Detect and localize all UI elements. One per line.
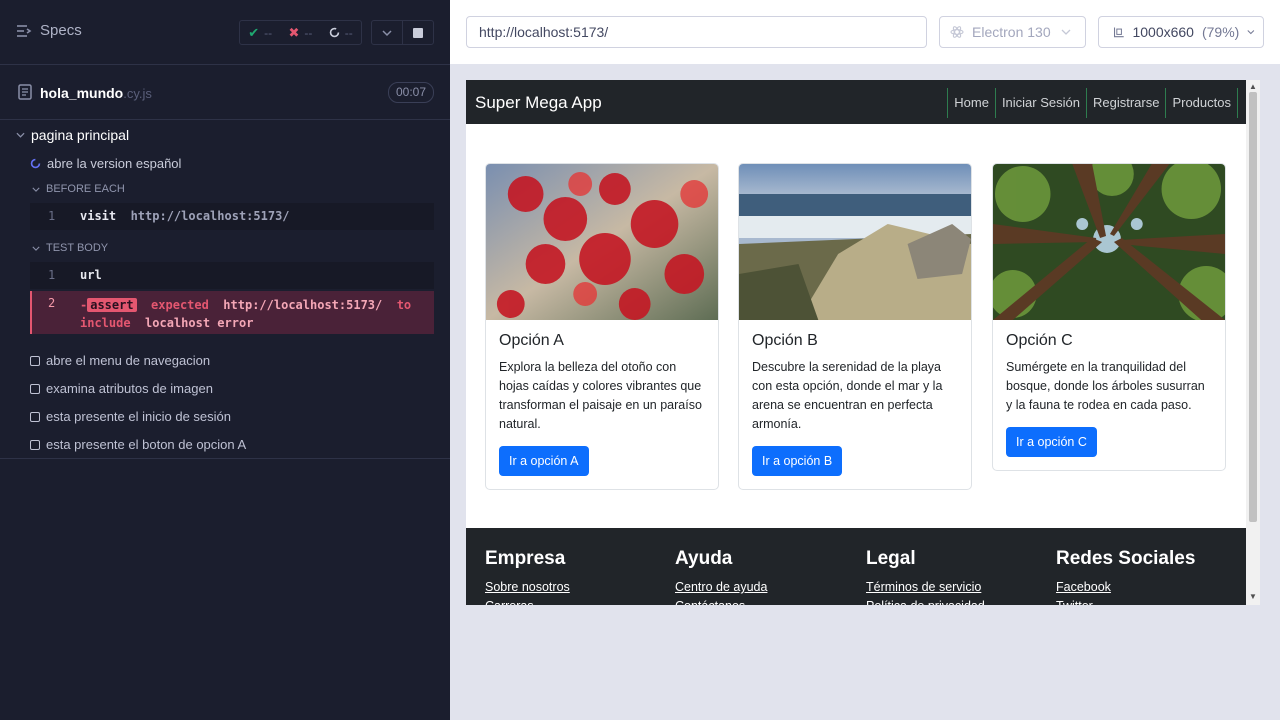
footer-col-help: Ayuda Centro de ayuda Contáctanos	[675, 548, 767, 605]
run-controls	[371, 20, 434, 45]
specs-list-icon	[17, 24, 32, 37]
card-option-c: Opción C Sumérgete en la tranquilidad de…	[992, 163, 1226, 471]
spec-row[interactable]: hola_mundo.cy.js 00:07	[0, 65, 450, 120]
electron-icon	[950, 26, 964, 38]
option-b-button[interactable]: Ir a opción B	[752, 446, 843, 476]
footer-link[interactable]: Contáctanos	[675, 597, 767, 605]
option-c-button[interactable]: Ir a opción C	[1006, 427, 1097, 457]
cypress-reporter: Specs ✔ -- ✖ -- -- hola_mundo.cy.js 00:07 …	[0, 0, 450, 720]
footer-heading: Ayuda	[675, 548, 733, 569]
footer-heading: Legal	[866, 548, 916, 569]
footer-link[interactable]: Términos de servicio	[866, 578, 985, 597]
footer-link[interactable]: Twitter	[1056, 597, 1195, 605]
footer-col-company: Empresa Sobre nosotros Carreras	[485, 548, 570, 605]
chevron-down-icon	[1247, 30, 1255, 35]
spinner-icon	[329, 27, 340, 38]
assert-message: - assert expected http://localhost:5173/ …	[80, 298, 412, 330]
chevron-down-icon	[32, 187, 40, 192]
nav-home[interactable]: Home	[947, 88, 995, 118]
chevron-down-icon	[16, 132, 25, 138]
chevron-down-icon	[32, 246, 40, 251]
autumn-leaves-image	[486, 164, 718, 320]
test-stats: ✔ -- ✖ -- --	[239, 20, 362, 45]
pending-icon	[30, 355, 40, 366]
beach-image	[739, 164, 971, 320]
pending-icon	[30, 383, 40, 394]
chevron-down-icon	[382, 29, 392, 36]
card-option-b: Opción B Descubre la serenidad de la pla…	[738, 163, 972, 490]
footer-col-legal: Legal Términos de servicio Política de p…	[866, 548, 985, 605]
scroll-thumb[interactable]	[1249, 92, 1257, 522]
url-bar[interactable]: http://localhost:5173/	[466, 16, 927, 48]
assert-badge: assert	[87, 298, 137, 312]
browser-selector[interactable]: Electron 130	[939, 16, 1086, 48]
footer-heading: Empresa	[485, 548, 566, 569]
reporter-header: Specs ✔ -- ✖ -- --	[0, 0, 450, 65]
viewport-selector[interactable]: 1000x660 (79%)	[1098, 16, 1264, 48]
passed-stat: ✔ --	[248, 24, 273, 40]
app-under-test: Super Mega App Home Iniciar Sesión Regis…	[466, 80, 1260, 605]
footer-link[interactable]: Facebook	[1056, 578, 1195, 597]
ruler-icon	[1113, 27, 1124, 37]
divider	[0, 458, 450, 459]
card-title: Opción C	[1006, 332, 1073, 349]
footer-link[interactable]: Política de privacidad	[866, 597, 985, 605]
footer-link[interactable]: Sobre nosotros	[485, 578, 570, 597]
command-url[interactable]: 1 url	[30, 262, 434, 289]
card-option-a: Opción A Explora la belleza del otoño co…	[485, 163, 719, 490]
before-each-hook[interactable]: BEFORE EACH	[32, 183, 125, 195]
aut-header: http://localhost:5173/ Electron 130 1000…	[450, 0, 1280, 64]
test-pending[interactable]: esta presente el inicio de sesión	[30, 409, 231, 424]
app-navbar: Super Mega App Home Iniciar Sesión Regis…	[466, 80, 1246, 124]
card-title: Opción B	[752, 332, 818, 349]
nav-login[interactable]: Iniciar Sesión	[994, 88, 1086, 118]
footer-link[interactable]: Carreras	[485, 597, 570, 605]
nav-products[interactable]: Productos	[1165, 88, 1238, 118]
stop-icon	[413, 27, 424, 38]
spec-duration: 00:07	[387, 82, 434, 103]
command-visit[interactable]: 1 visit http://localhost:5173/	[30, 203, 434, 230]
specs-button[interactable]: Specs	[16, 22, 82, 39]
expand-button[interactable]	[372, 21, 402, 44]
nav-register[interactable]: Registrarse	[1085, 88, 1165, 118]
x-icon: ✖	[288, 24, 300, 40]
option-a-button[interactable]: Ir a opción A	[499, 446, 589, 476]
spec-name: hola_mundo.cy.js	[40, 85, 152, 101]
command-assert-failed[interactable]: 2 - assert expected http://localhost:5173…	[30, 291, 434, 334]
scrollbar[interactable]: ▲ ▼	[1246, 80, 1260, 605]
footer-heading: Redes Sociales	[1056, 548, 1196, 569]
pending-stat: --	[329, 26, 353, 40]
card-text: Explora la belleza del otoño con hojas c…	[499, 360, 702, 431]
scroll-up-icon[interactable]: ▲	[1249, 82, 1257, 91]
nav-links: Home Iniciar Sesión Registrarse Producto…	[947, 88, 1238, 118]
test-running[interactable]: abre la version español	[30, 156, 181, 171]
card-title: Opción A	[499, 332, 564, 349]
footer-col-social: Redes Sociales Facebook Twitter	[1056, 548, 1195, 605]
card-text: Sumérgete en la tranquilidad del bosque,…	[1006, 360, 1205, 412]
test-body-hook[interactable]: TEST BODY	[32, 242, 108, 254]
chevron-down-icon	[1061, 29, 1071, 35]
footer-link[interactable]: Centro de ayuda	[675, 578, 767, 597]
forest-image	[993, 164, 1225, 320]
scroll-down-icon[interactable]: ▼	[1249, 592, 1257, 601]
pending-icon	[30, 439, 40, 450]
check-icon: ✔	[248, 24, 260, 40]
file-icon	[18, 84, 32, 100]
failed-stat: ✖ --	[288, 24, 313, 40]
spinner-icon	[30, 158, 41, 169]
suite-title[interactable]: pagina principal	[16, 127, 129, 143]
test-pending[interactable]: examina atributos de imagen	[30, 381, 213, 396]
test-pending[interactable]: esta presente el boton de opcion A	[30, 437, 246, 452]
pending-icon	[30, 411, 40, 422]
stop-button[interactable]	[402, 21, 433, 44]
app-footer: Empresa Sobre nosotros Carreras Ayuda Ce…	[466, 528, 1246, 605]
app-brand[interactable]: Super Mega App	[475, 93, 602, 113]
test-pending[interactable]: abre el menu de navegacion	[30, 353, 210, 368]
specs-label: Specs	[40, 22, 82, 39]
card-text: Descubre la serenidad de la playa con es…	[752, 360, 943, 431]
